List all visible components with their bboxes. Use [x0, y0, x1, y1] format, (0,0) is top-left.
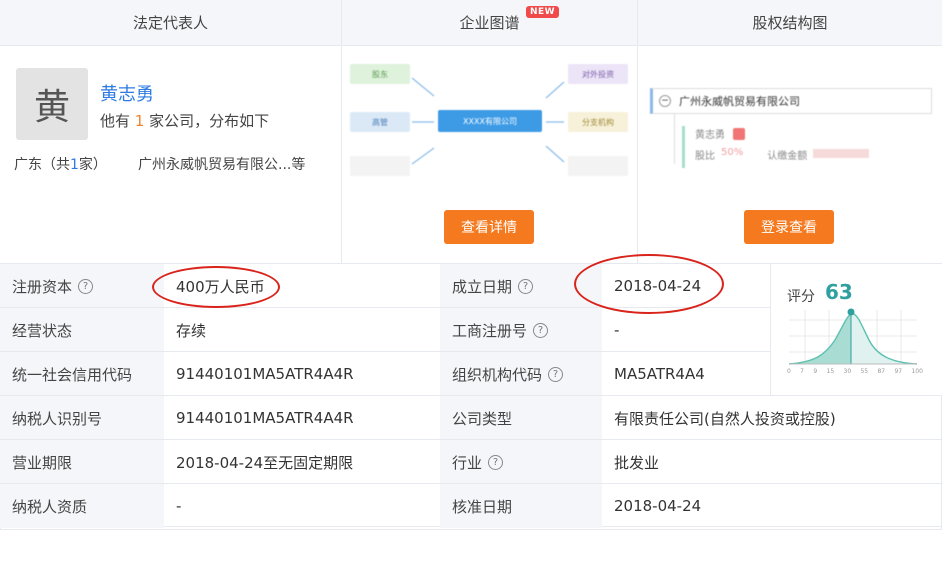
login-to-view-button[interactable]: 登录查看: [744, 210, 834, 244]
help-icon[interactable]: ?: [78, 278, 94, 294]
graph-arrows: [411, 77, 565, 165]
annotation-circle-capital: [152, 266, 280, 308]
equity-person-node: 黄志勇 股比 50% 认缴金额: [682, 126, 922, 168]
equity-company-node: − 广州永威帆贸易有限公司: [650, 88, 932, 114]
equity-structure-panel: 股权结构图 − 广州永威帆贸易有限公司 黄志勇 股比 50% 认缴金额 登录查看: [638, 0, 942, 263]
value-industry: 批发业: [614, 453, 660, 472]
label-industry: 行业?: [440, 440, 602, 484]
table-row: 纳税人识别号 91440101MA5ATR4A4R 公司类型 有限责任公司(自然…: [0, 395, 942, 440]
region-company-link[interactable]: 广州永威帆贸易有限公...等: [138, 154, 305, 174]
tick-label: 100: [911, 368, 923, 375]
value-operating-status: 存续: [176, 321, 207, 340]
label-registered-capital: 注册资本?: [0, 264, 164, 308]
view-details-button[interactable]: 查看详情: [444, 210, 534, 244]
value-company-type: 有限责任公司(自然人投资或控股): [614, 409, 836, 428]
label-operating-status: 经营状态: [0, 308, 164, 352]
value-registration-number: -: [614, 321, 620, 339]
help-icon[interactable]: ?: [488, 454, 504, 470]
share-label: 股比: [695, 151, 715, 162]
score-marker: [847, 308, 855, 316]
value-credit-code: 91440101MA5ATR4A4R: [176, 365, 354, 383]
tick-label: 0: [787, 368, 791, 375]
enterprise-graph-diagram: 股东 高管 XXXX有限公司 对外投资 分支机构: [342, 46, 638, 196]
equity-person-name: 黄志勇: [695, 130, 725, 141]
tick-label: 55: [860, 368, 869, 375]
value-taxpayer-qualification: -: [176, 497, 182, 515]
panel-title-equity: 股权结构图: [638, 0, 942, 46]
label-text: 组织机构代码: [452, 365, 543, 384]
label-text: 行业: [452, 453, 483, 472]
label-registration-number: 工商注册号?: [440, 308, 602, 352]
subscribe-value-blurred: [813, 149, 870, 158]
top-panels: 法定代表人 黄 黄志勇 他有 1 家公司，分布如下 广东（共1家） 广州永威帆贸…: [0, 0, 942, 263]
value-taxpayer-id: 91440101MA5ATR4A4R: [176, 409, 354, 427]
value-org-code: MA5ATR4A4: [614, 365, 705, 383]
annotation-circle-date: [574, 254, 724, 314]
region-prefix: 广东（共: [14, 157, 70, 173]
summary-count: 1: [134, 112, 145, 130]
avatar: 黄: [16, 68, 88, 140]
value-business-term: 2018-04-24至无固定期限: [176, 453, 354, 472]
tick-label: 30: [843, 368, 852, 375]
share-value: 50%: [721, 147, 744, 158]
label-text: 成立日期: [452, 277, 513, 296]
company-count-summary: 他有 1 家公司，分布如下: [100, 110, 269, 131]
label-taxpayer-id: 纳税人识别号: [0, 396, 164, 440]
enterprise-graph-panel: 企业图谱 NEW 股东 高管 XXXX有限公司 对外投资 分支机构 查看详情: [342, 0, 638, 263]
help-icon[interactable]: ?: [548, 366, 564, 382]
tick-label: 9: [813, 368, 818, 375]
table-row: 营业期限 2018-04-24至无固定期限 行业? 批发业: [0, 439, 942, 484]
label-text: 工商注册号: [452, 321, 528, 340]
region-count-number: 1: [70, 157, 79, 173]
tick-label: 15: [826, 368, 835, 375]
score-axis-ticks: 0 7 9 15 30 55 87 97 100: [787, 368, 923, 375]
equity-tree: − 广州永威帆贸易有限公司 黄志勇 股比 50% 认缴金额: [650, 88, 932, 188]
enterprise-graph-title: 企业图谱: [459, 14, 520, 32]
summary-prefix: 他有: [100, 112, 131, 130]
tick-label: 97: [894, 368, 903, 375]
tree-connector: [674, 114, 675, 164]
summary-suffix: 家公司，分布如下: [149, 112, 270, 130]
panel-title-legal-rep: 法定代表人: [0, 0, 341, 46]
score-widget[interactable]: 评分 63 0 7 9 15 30 55 87 97 100: [770, 263, 942, 395]
label-org-code: 组织机构代码?: [440, 352, 602, 396]
region-suffix: 家）: [78, 157, 107, 173]
label-business-term: 营业期限: [0, 440, 164, 484]
table-row: 统一社会信用代码 91440101MA5ATR4A4R 组织机构代码? MA5A…: [0, 351, 770, 396]
tick-label: 87: [877, 368, 886, 375]
label-approval-date: 核准日期: [440, 484, 602, 528]
panel-title-enterprise-graph: 企业图谱 NEW: [342, 0, 637, 46]
label-company-type: 公司类型: [440, 396, 602, 440]
value-approval-date: 2018-04-24: [614, 497, 702, 515]
collapse-icon: −: [659, 95, 671, 107]
label-credit-code: 统一社会信用代码: [0, 352, 164, 396]
person-name-link[interactable]: 黄志勇: [100, 80, 154, 106]
subscribe-label: 认缴金额: [767, 151, 808, 162]
equity-company-name: 广州永威帆贸易有限公司: [679, 95, 800, 108]
label-taxpayer-qualification: 纳税人资质: [0, 484, 164, 528]
new-badge: NEW: [526, 6, 560, 18]
table-row: 纳税人资质 - 核准日期 2018-04-24: [0, 483, 942, 528]
help-icon[interactable]: ?: [518, 278, 534, 294]
region-count: 广东（共1家）: [14, 154, 107, 174]
tick-label: 7: [800, 368, 804, 375]
legal-representative-panel: 法定代表人 黄 黄志勇 他有 1 家公司，分布如下 广东（共1家） 广州永威帆贸…: [0, 0, 342, 263]
label-text: 注册资本: [12, 277, 73, 296]
help-icon[interactable]: ?: [533, 322, 549, 338]
person-tag-icon: [733, 127, 745, 140]
